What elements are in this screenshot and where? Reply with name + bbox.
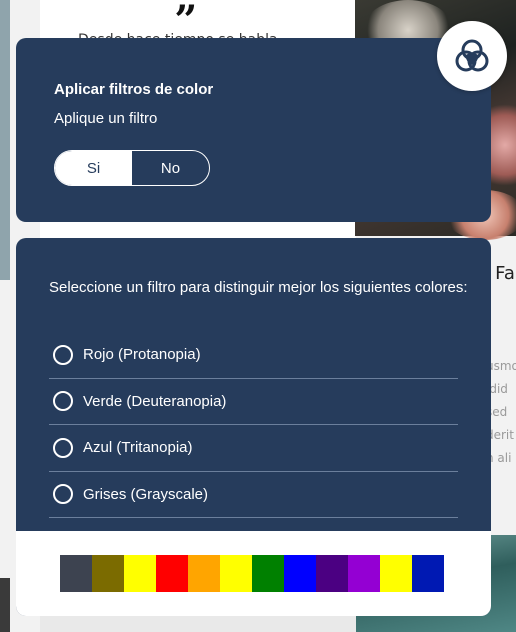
radio-icon[interactable] [53,484,73,505]
toggle-option-yes[interactable]: Si [55,151,132,185]
color-swatch [92,555,124,592]
filter-radio-group: Rojo (Protanopia) Verde (Deuteranopia) A… [49,332,458,518]
filter-option-grayscale[interactable]: Grises (Grayscale) [49,472,458,518]
radio-icon[interactable] [53,344,73,365]
filter-label: Azul (Tritanopia) [83,439,193,457]
color-swatch [252,555,284,592]
filter-option-tritanopia[interactable]: Azul (Tritanopia) [49,425,458,472]
filter-label: Verde (Deuteranopia) [83,392,227,410]
color-filter-toggle-panel: Aplicar filtros de color Aplique un filt… [16,38,491,222]
color-swatch [380,555,412,592]
color-swatch [188,555,220,592]
panel-subtitle: Aplique un filtro [54,110,158,127]
radio-icon[interactable] [53,391,73,412]
color-filters-button[interactable] [437,21,507,91]
color-swatch [124,555,156,592]
filter-option-deuteranopia[interactable]: Verde (Deuteranopia) [49,379,458,425]
toggle-option-no[interactable]: No [132,151,209,185]
filter-label: Grises (Grayscale) [83,485,209,503]
apply-filter-toggle[interactable]: Si No [54,150,210,186]
panel-title: Aplicar filtros de color [54,81,214,98]
color-swatch [348,555,380,592]
color-preview-area [16,531,491,616]
color-swatch [316,555,348,592]
color-swatch [412,555,444,592]
background-quote-mark: „ [175,0,198,21]
filter-option-protanopia[interactable]: Rojo (Protanopia) [49,332,458,379]
color-swatch [156,555,188,592]
background-image-left [0,0,10,280]
color-swatch [60,555,92,592]
color-swatch [220,555,252,592]
color-filter-options-panel: Seleccione un filtro para distinguir mej… [16,238,491,616]
color-swatch-strip [60,555,444,592]
color-swatch [284,555,316,592]
filter-label: Rojo (Protanopia) [83,346,201,364]
radio-icon[interactable] [53,437,73,458]
color-filters-icon [455,39,489,72]
filters-instructions: Seleccione un filtro para distinguir mej… [49,279,468,296]
background-image-left-bottom [0,578,10,632]
